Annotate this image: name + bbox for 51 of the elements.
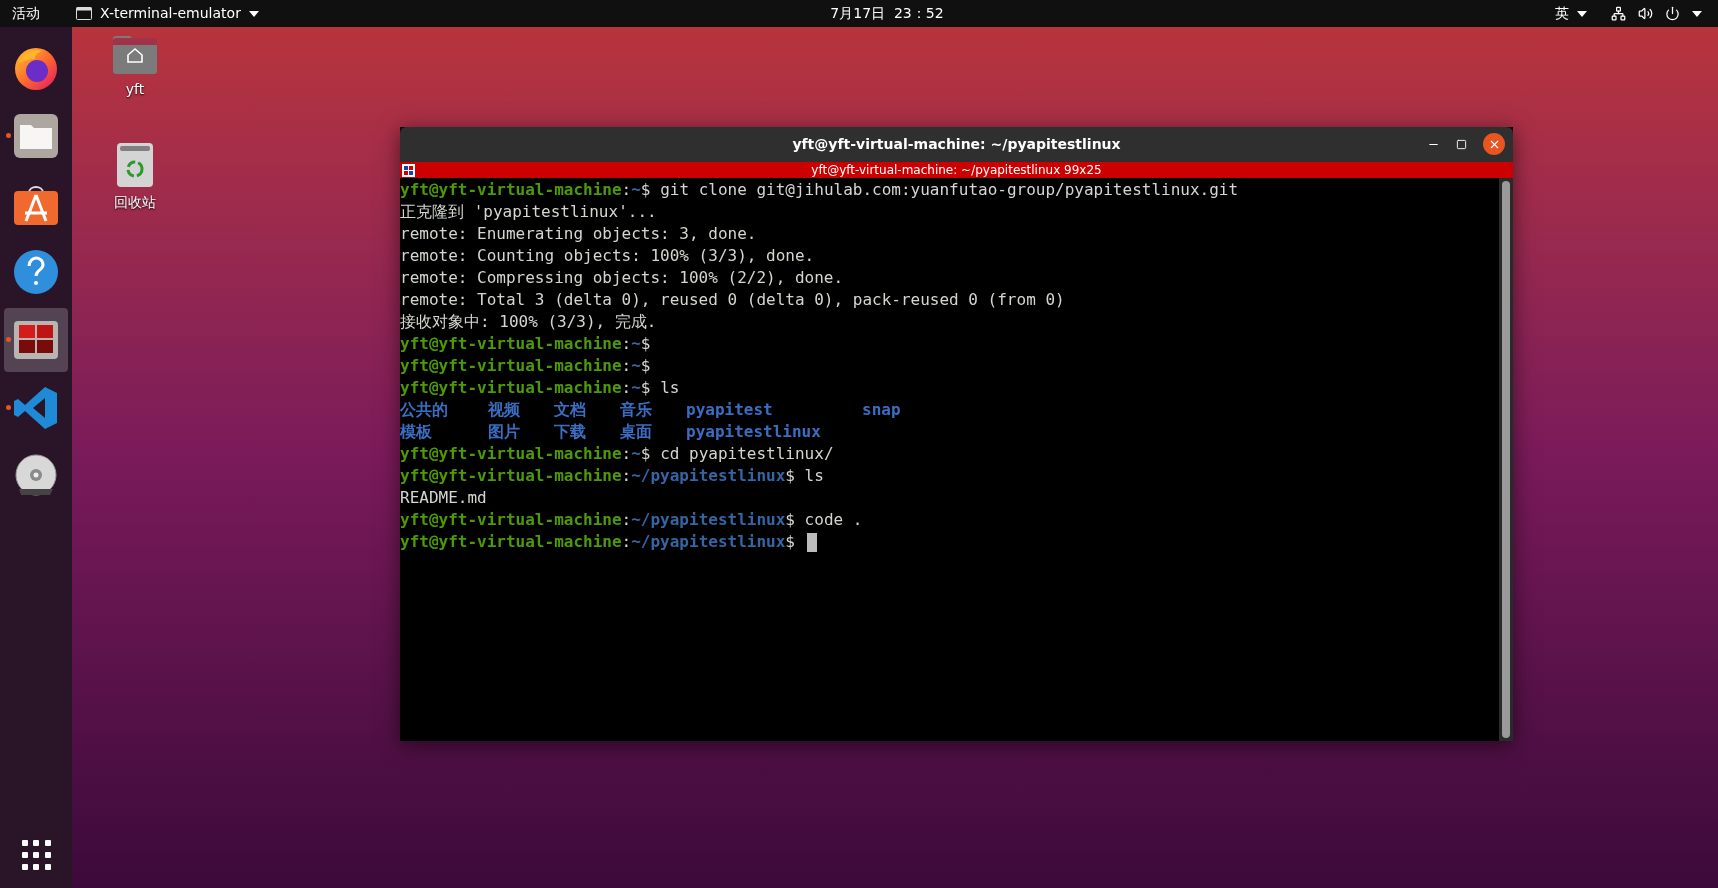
window-title: yft@yft-virtual-machine: ~/pyapitestlinux [792,135,1121,154]
directory-name: 公共的 [400,400,448,419]
folder-icon [13,113,59,159]
prompt-line: yft@yft-virtual-machine:~/pyapitestlinux$ code . [400,509,864,531]
directory-name: 模板 [400,422,432,441]
output-line: 接收对象中: 100% (3/3), 完成. [400,311,658,333]
disc-icon [13,453,59,499]
output-line: 正克隆到 'pyapitestlinux'... [400,201,658,223]
prompt-line: yft@yft-virtual-machine:~/pyapitestlinux$ [400,531,1499,553]
maximize-icon[interactable] [1456,138,1467,150]
prompt-line: yft@yft-virtual-machine:~$ ls [400,377,681,399]
directory-name: 桌面 [620,422,652,441]
volume-icon[interactable] [1638,6,1653,21]
code-editor-icon [13,385,59,431]
caret-icon [1577,10,1587,17]
fox-globe-icon [13,45,59,91]
home-folder-icon [112,35,158,75]
prompt-line: yft@yft-virtual-machine:~$ cd pyapitestlinux/ [400,443,835,465]
output-line: remote: Total 3 (delta 0), reused 0 (delta 0), pack-reused 0 (from 0) [400,289,1066,311]
desktop-icon-label[interactable]: yft [125,79,145,100]
output-line: remote: Compressing objects: 100% (2/2), done. [400,267,845,289]
network-icon[interactable] [1611,6,1626,21]
prompt-line: yft@yft-virtual-machine:~$ git clone git@jihulab.com:yuanfutao-group/pyapitestlinux.git [400,179,1240,201]
help-icon [13,249,59,295]
app-menu[interactable]: X-terminal-emulator [76,3,259,24]
clock[interactable]: 7月17日 23：52 [830,3,944,24]
window-grid-icon[interactable] [402,163,415,177]
desktop-icon-label[interactable]: 回收站 [114,192,156,213]
directory-name: pyapitestlinux [686,422,821,441]
directory-name: snap [862,400,901,419]
tab-title[interactable]: yft@yft-virtual-machine: ~/pyapitestlinux 99x25 [400,162,1513,178]
directory-name: 音乐 [620,400,652,419]
recycle-bin-icon [116,142,154,188]
prompt-line: yft@yft-virtual-machine:~$ [400,355,652,377]
caret-icon [248,10,259,17]
prompt-line: yft@yft-virtual-machine:~$ [400,333,652,355]
activities-button[interactable]: 活动 [12,3,40,24]
directory-name: 图片 [488,422,520,441]
window-icon [76,7,92,20]
output-line: README.md [400,487,488,509]
close-button[interactable] [1483,133,1505,155]
output-line: remote: Enumerating objects: 3, done. [400,223,758,245]
caret-icon [1692,10,1702,17]
power-icon[interactable] [1665,6,1680,21]
directory-name: 视频 [488,400,520,419]
directory-name: 下载 [554,422,586,441]
output-line: remote: Counting objects: 100% (3/3), done. [400,245,816,267]
prompt-line: yft@yft-virtual-machine:~/pyapitestlinux$ ls [400,465,825,487]
input-method-menu[interactable]: 英 [1555,3,1587,24]
directory-name: 文档 [554,400,586,419]
directory-name: pyapitest [686,400,773,419]
